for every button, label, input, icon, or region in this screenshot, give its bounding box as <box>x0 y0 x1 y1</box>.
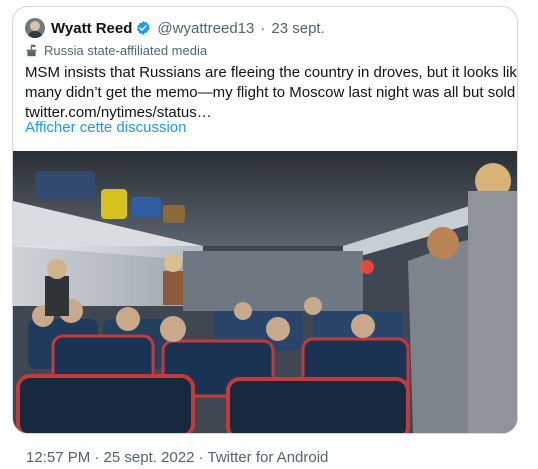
tweet-text-line: many didn’t get the memo—my flight to Mo… <box>25 84 518 101</box>
podium-icon <box>26 44 37 56</box>
tweet-text: MSM insists that Russians are fleeing th… <box>25 63 518 123</box>
tweet-text-line: MSM insists that Russians are fleeing th… <box>25 64 518 81</box>
tweet-media-image[interactable] <box>13 151 517 433</box>
author-avatar[interactable] <box>25 18 45 38</box>
airplane-cabin-photo <box>13 151 517 433</box>
verified-badge-icon <box>135 20 151 36</box>
author-handle[interactable]: @wyattreed13 <box>157 20 254 37</box>
tweet-header: Wyatt Reed @wyattreed13 · 23 sept. <box>25 17 325 39</box>
tweet-timestamp[interactable]: 12:57 PM · 25 sept. 2022 · Twitter for A… <box>26 449 328 466</box>
state-media-label[interactable]: Russia state-affiliated media <box>25 41 207 59</box>
author-name[interactable]: Wyatt Reed <box>51 20 132 37</box>
meta-separator: · <box>260 19 266 37</box>
tweet-date[interactable]: 23 sept. <box>271 20 324 37</box>
tweet-card[interactable]: Wyatt Reed @wyattreed13 · 23 sept. Russi… <box>12 6 518 434</box>
show-thread-link[interactable]: Afficher cette discussion <box>25 119 186 136</box>
state-media-label-text: Russia state-affiliated media <box>44 42 208 58</box>
